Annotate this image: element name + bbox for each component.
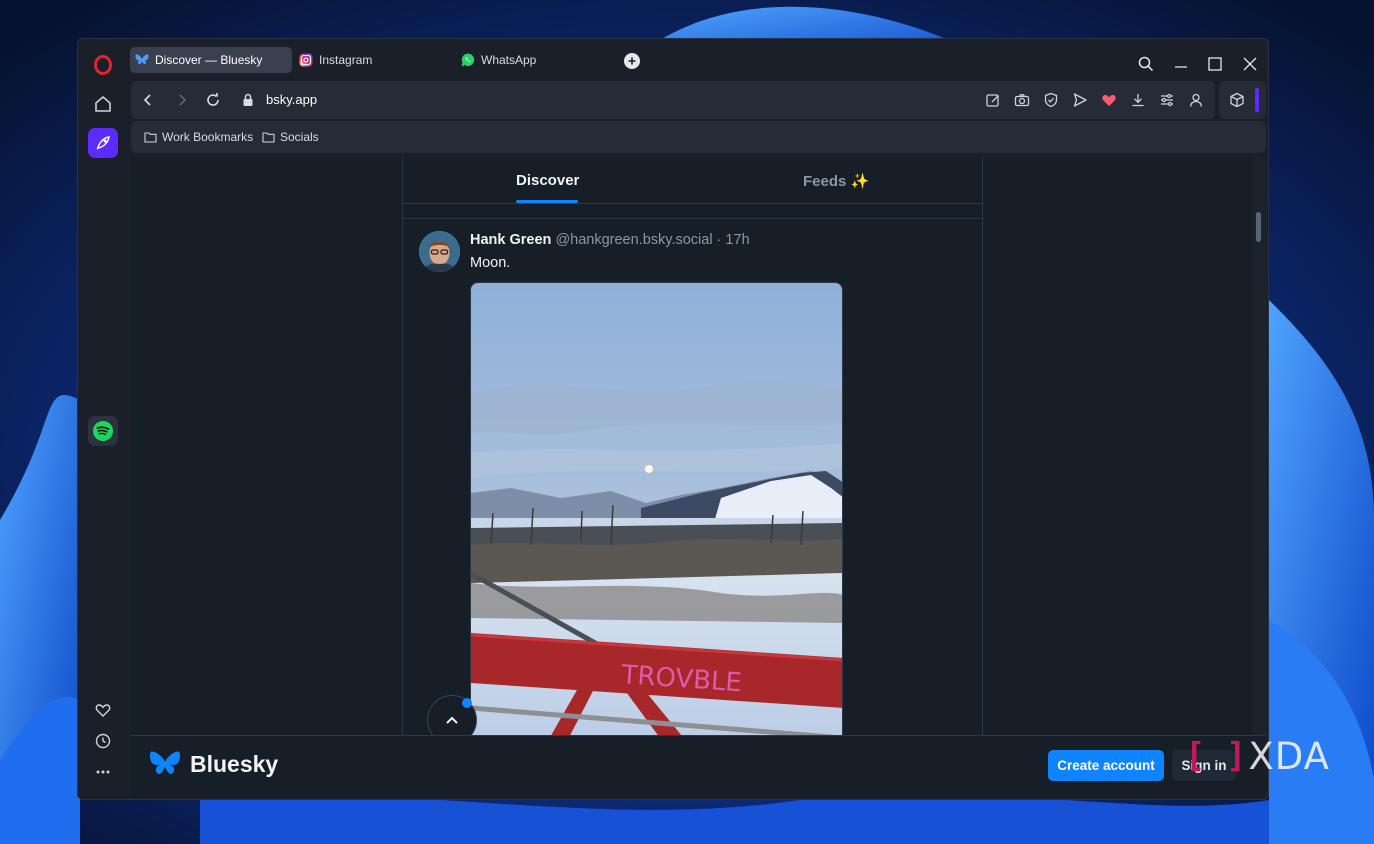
instagram-icon	[299, 53, 313, 67]
back-arrow-icon[interactable]	[139, 91, 157, 109]
divider	[403, 218, 982, 219]
whatsapp-icon	[461, 53, 475, 67]
more-dots-icon[interactable]	[88, 757, 118, 787]
forward-arrow-icon[interactable]	[173, 91, 191, 109]
bookmark-label: Socials	[280, 130, 319, 144]
feed-tabs: Discover Feeds ✨	[403, 157, 982, 204]
history-clock-icon[interactable]	[88, 726, 118, 756]
spotify-icon[interactable]	[88, 416, 118, 446]
folder-icon	[144, 132, 157, 143]
page-scrollbar[interactable]	[1252, 157, 1266, 797]
avatar[interactable]	[419, 231, 460, 272]
profile-icon[interactable]	[1188, 92, 1204, 108]
brand-name: Bluesky	[190, 750, 279, 777]
create-account-button[interactable]: Create account	[1048, 750, 1164, 781]
tab-discover[interactable]: Discover	[516, 172, 579, 189]
post-author[interactable]: Hank Green	[470, 232, 551, 248]
scrollbar-thumb[interactable]	[1256, 212, 1261, 242]
post-text: Moon.	[470, 255, 511, 271]
bookmarks-bar: Work Bookmarks Socials	[131, 121, 1266, 153]
tab-label: Discover — Bluesky	[155, 53, 263, 67]
page-viewport: Discover Feeds ✨ Hank Green @hankgreen.b…	[131, 157, 1266, 797]
tab-label: Instagram	[319, 53, 373, 67]
chevron-up-icon	[446, 716, 458, 724]
download-icon[interactable]	[1130, 92, 1146, 108]
extensions-area	[1219, 81, 1266, 119]
tab-bar: Discover — Bluesky Instagram WhatsApp	[130, 44, 1268, 76]
post-header: Hank Green @hankgreen.bsky.social · 17h	[470, 232, 750, 248]
post-image[interactable]: TROVBLE	[470, 282, 843, 752]
tab-instagram[interactable]: Instagram	[294, 47, 456, 73]
xda-text: XDA	[1248, 734, 1330, 778]
bookmark-work[interactable]: Work Bookmarks	[144, 130, 253, 144]
easy-files-edit-icon[interactable]	[985, 92, 1001, 108]
search-icon[interactable]	[1138, 56, 1154, 72]
xda-bracket: [ ]	[1185, 736, 1247, 776]
home-icon[interactable]	[88, 89, 118, 119]
tab-label: WhatsApp	[481, 53, 537, 67]
reload-icon[interactable]	[204, 91, 222, 109]
post-meta: @hankgreen.bsky.social · 17h	[555, 232, 750, 248]
feed-column: Discover Feeds ✨ Hank Green @hankgreen.b…	[402, 157, 983, 797]
camera-snapshot-icon[interactable]	[1014, 92, 1030, 108]
easy-setup-sliders-icon[interactable]	[1159, 92, 1175, 108]
bookmark-socials[interactable]: Socials	[262, 130, 319, 144]
maximize-icon[interactable]	[1207, 56, 1223, 72]
url-text[interactable]: bsky.app	[266, 92, 317, 107]
sidebar-toggle-indicator[interactable]	[1255, 88, 1259, 112]
close-icon[interactable]	[1242, 56, 1258, 72]
heart-filled-icon[interactable]	[1101, 92, 1117, 108]
bluesky-bottom-bar: Bluesky Create account Sign in	[131, 735, 1266, 797]
new-posts-dot	[462, 698, 472, 708]
new-tab-plus-icon[interactable]	[624, 53, 640, 69]
lock-icon	[240, 92, 258, 110]
address-bar: bsky.app	[131, 81, 1215, 119]
active-tab-underline	[516, 200, 578, 203]
folder-icon	[262, 132, 275, 143]
minimize-icon[interactable]	[1173, 56, 1189, 72]
bluesky-butterfly-icon	[149, 751, 181, 774]
tab-whatsapp[interactable]: WhatsApp	[456, 47, 618, 73]
bluesky-icon	[135, 53, 149, 67]
shield-icon[interactable]	[1043, 92, 1059, 108]
browser-window: Discover — Bluesky Instagram WhatsApp bs…	[77, 38, 1269, 800]
brand[interactable]: Bluesky	[149, 750, 278, 778]
extensions-cube-icon[interactable]	[1229, 92, 1245, 108]
xda-watermark: [ ] XDA	[1185, 734, 1330, 778]
heart-icon[interactable]	[88, 695, 118, 725]
opera-logo-icon[interactable]	[88, 50, 118, 80]
tab-feeds[interactable]: Feeds ✨	[803, 172, 869, 190]
rocket-icon[interactable]	[88, 128, 118, 158]
tab-bluesky[interactable]: Discover — Bluesky	[130, 47, 292, 73]
browser-sidebar	[78, 39, 128, 799]
send-flow-icon[interactable]	[1072, 92, 1088, 108]
bookmark-label: Work Bookmarks	[162, 130, 254, 144]
